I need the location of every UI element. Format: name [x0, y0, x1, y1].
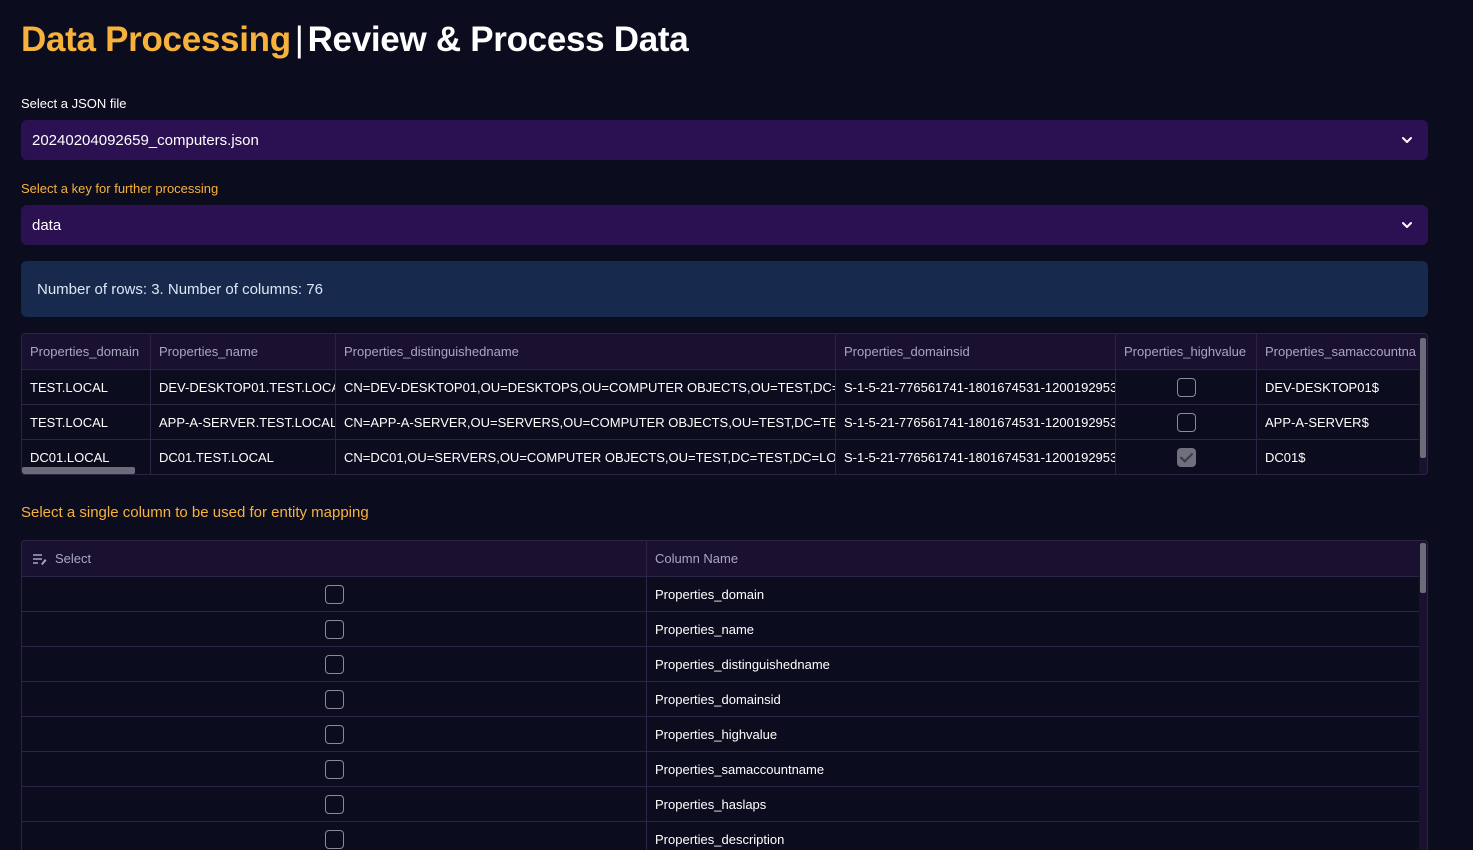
table-cell[interactable]: CN=DC01,OU=SERVERS,OU=COMPUTER OBJECTS,O… [336, 440, 836, 474]
select-column-header[interactable]: Select [22, 541, 647, 576]
column-name-cell[interactable]: Properties_distinguishedname [647, 647, 1420, 681]
table-row[interactable]: TEST.LOCAL DEV-DESKTOP01.TEST.LOCAL CN=D… [22, 370, 1427, 405]
table-cell[interactable]: CN=DEV-DESKTOP01,OU=DESKTOPS,OU=COMPUTER… [336, 370, 836, 404]
select-checkbox[interactable] [324, 584, 344, 604]
table-cell[interactable]: APP-A-SERVER$ [1257, 405, 1420, 439]
mapping-row[interactable]: Properties_samaccountname [22, 752, 1427, 787]
select-cell[interactable] [22, 612, 647, 646]
mapping-row[interactable]: Properties_name [22, 612, 1427, 647]
select-cell[interactable] [22, 752, 647, 786]
select-checkbox[interactable] [324, 829, 344, 849]
table-cell[interactable]: APP-A-SERVER.TEST.LOCAL [151, 405, 336, 439]
mapping-row[interactable]: Properties_highvalue [22, 717, 1427, 752]
table-cell[interactable]: DEV-DESKTOP01$ [1257, 370, 1420, 404]
mapping-header-row: Select Column Name [22, 541, 1427, 577]
select-checkbox[interactable] [324, 724, 344, 744]
mapping-row[interactable]: Properties_domain [22, 577, 1427, 612]
select-cell[interactable] [22, 717, 647, 751]
mapping-table[interactable]: Select Column Name Properties_domain Pro… [21, 540, 1428, 850]
page-title: Data Processing | Review & Process Data [21, 16, 689, 64]
select-cell[interactable] [22, 577, 647, 611]
table-row[interactable]: DC01.LOCAL DC01.TEST.LOCAL CN=DC01,OU=SE… [22, 440, 1427, 474]
chevron-down-icon[interactable] [1400, 218, 1414, 232]
column-header[interactable]: Properties_domain [22, 334, 151, 369]
table-cell[interactable]: TEST.LOCAL [22, 370, 151, 404]
column-name-cell[interactable]: Properties_name [647, 612, 1420, 646]
mapping-row[interactable]: Properties_distinguishedname [22, 647, 1427, 682]
data-table[interactable]: Properties_domain Properties_name Proper… [21, 333, 1428, 475]
table-cell[interactable] [1116, 440, 1257, 474]
info-text: Number of rows: 3. Number of columns: 76 [37, 280, 323, 298]
mapping-row[interactable]: Properties_description [22, 822, 1427, 850]
column-name-cell[interactable]: Properties_haslaps [647, 787, 1420, 821]
horizontal-scrollbar[interactable] [22, 467, 135, 474]
column-name-cell[interactable]: Properties_highvalue [647, 717, 1420, 751]
column-header[interactable]: Properties_highvalue [1116, 334, 1257, 369]
highvalue-checkbox [1176, 448, 1196, 467]
vertical-scrollbar[interactable] [1419, 334, 1427, 474]
highvalue-checkbox [1176, 412, 1196, 432]
select-checkbox[interactable] [324, 619, 344, 639]
column-header[interactable]: Properties_distinguishedname [336, 334, 836, 369]
file-select-label: Select a JSON file [21, 96, 127, 111]
page: Data Processing | Review & Process Data Se… [0, 0, 1473, 850]
select-cell[interactable] [22, 647, 647, 681]
table-cell[interactable]: DEV-DESKTOP01.TEST.LOCAL [151, 370, 336, 404]
table-cell[interactable]: S-1-5-21-776561741-1801674531-1200192953 [836, 370, 1116, 404]
select-checkbox[interactable] [324, 759, 344, 779]
table-cell[interactable]: DC01.TEST.LOCAL [151, 440, 336, 474]
key-select-label: Select a key for further processing [21, 181, 219, 196]
column-name-cell[interactable]: Properties_domainsid [647, 682, 1420, 716]
select-checkbox[interactable] [324, 794, 344, 814]
select-cell[interactable] [22, 682, 647, 716]
table-cell[interactable]: TEST.LOCAL [22, 405, 151, 439]
column-name-cell[interactable]: Properties_samaccountname [647, 752, 1420, 786]
table-header-row: Properties_domain Properties_name Proper… [22, 334, 1427, 370]
select-cell[interactable] [22, 787, 647, 821]
mapping-row[interactable]: Properties_haslaps [22, 787, 1427, 822]
key-select[interactable]: data [21, 205, 1428, 245]
column-header[interactable]: Properties_domainsid [836, 334, 1116, 369]
highvalue-checkbox [1176, 377, 1196, 397]
select-column-label: Select [55, 551, 92, 566]
page-title-main: Review & Process Data [307, 20, 689, 59]
select-checkbox[interactable] [324, 654, 344, 674]
column-header[interactable]: Properties_name [151, 334, 336, 369]
title-separator: | [294, 20, 304, 59]
file-select[interactable]: 20240204092659_computers.json [21, 120, 1428, 160]
column-name-cell[interactable]: Properties_domain [647, 577, 1420, 611]
table-cell[interactable]: CN=APP-A-SERVER,OU=SERVERS,OU=COMPUTER O… [336, 405, 836, 439]
vertical-scrollbar[interactable] [1419, 541, 1427, 850]
table-row[interactable]: TEST.LOCAL APP-A-SERVER.TEST.LOCAL CN=AP… [22, 405, 1427, 440]
info-banner: Number of rows: 3. Number of columns: 76 [21, 261, 1428, 317]
file-select-value: 20240204092659_computers.json [32, 131, 259, 149]
key-select-value: data [32, 216, 62, 234]
scrollbar-thumb[interactable] [1420, 338, 1426, 458]
table-cell[interactable] [1116, 405, 1257, 439]
select-checkbox[interactable] [324, 689, 344, 709]
mapping-section-label: Select a single column to be used for en… [21, 504, 369, 521]
table-cell[interactable]: S-1-5-21-776561741-1801674531-1200192953 [836, 440, 1116, 474]
column-name-cell[interactable]: Properties_description [647, 822, 1420, 850]
edit-list-icon [33, 553, 47, 565]
mapping-row[interactable]: Properties_domainsid [22, 682, 1427, 717]
table-cell[interactable]: DC01$ [1257, 440, 1420, 474]
table-cell[interactable]: S-1-5-21-776561741-1801674531-1200192953 [836, 405, 1116, 439]
chevron-down-icon[interactable] [1400, 133, 1414, 147]
table-cell[interactable] [1116, 370, 1257, 404]
scrollbar-thumb[interactable] [1420, 543, 1426, 593]
column-name-header[interactable]: Column Name [647, 541, 1420, 576]
page-title-accent: Data Processing [21, 20, 291, 59]
select-cell[interactable] [22, 822, 647, 850]
column-header[interactable]: Properties_samaccountna [1257, 334, 1420, 369]
